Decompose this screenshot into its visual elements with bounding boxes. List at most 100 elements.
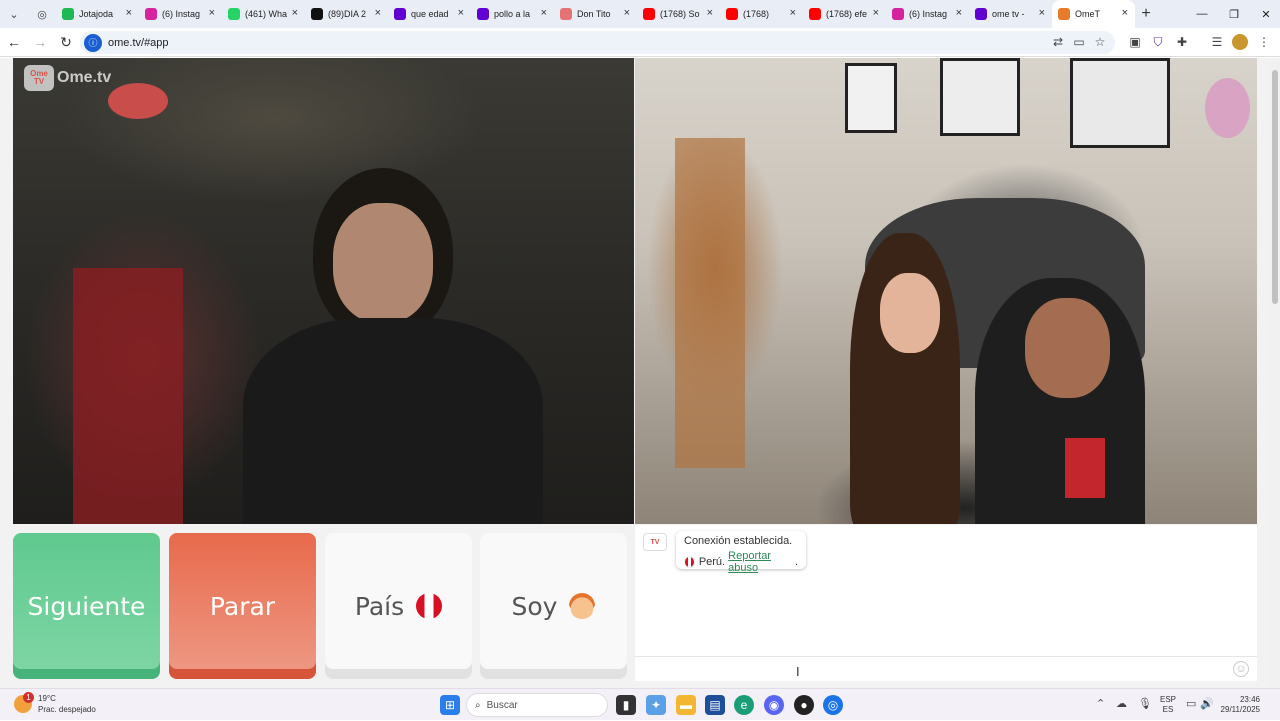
tab-favicon-icon [975, 8, 987, 20]
browser-tab[interactable]: (1768) efe × [803, 0, 886, 28]
stop-button[interactable]: Parar [169, 533, 316, 679]
page-scrollbar[interactable] [1270, 58, 1280, 688]
chat-input[interactable]: ☺ [635, 656, 1257, 681]
clock[interactable]: 23:46 29/11/2025 [1210, 695, 1260, 715]
restore-icon[interactable]: ❐ [1218, 0, 1250, 28]
torso-shape [243, 318, 543, 524]
scrollbar-thumb[interactable] [1272, 70, 1278, 304]
url-text[interactable]: ome.tv/#app [108, 37, 169, 49]
close-window-icon[interactable]: ✕ [1250, 0, 1280, 28]
tab-title: Don Tito [577, 9, 611, 19]
taskbar-search[interactable]: ⌕ Buscar [466, 693, 608, 717]
obs-icon[interactable]: ● [794, 695, 814, 715]
network-icon[interactable]: ▭ [1186, 697, 1196, 710]
bookmark-star-icon[interactable]: ☆ [1092, 34, 1108, 50]
tab-close-icon[interactable]: × [375, 7, 381, 19]
country-button-label: País [354, 591, 405, 621]
next-button-label: Siguiente [27, 591, 146, 621]
site-info-icon[interactable]: ⓘ [84, 33, 102, 52]
cast-icon[interactable]: ▭ [1071, 34, 1087, 50]
browser-tab[interactable]: (1768) × [720, 0, 803, 28]
tab-title: (6) Instag [909, 9, 948, 19]
system-message: Conexión establecida. Perú. Reportar abu… [676, 531, 806, 574]
local-video: Ome TV Ome.tv [13, 58, 634, 524]
extension-icon[interactable]: ▣ [1127, 34, 1143, 50]
chrome-icon[interactable]: ◎ [823, 695, 843, 715]
tab-close-icon[interactable]: × [292, 7, 298, 19]
gender-button-label: Soy [511, 591, 558, 621]
browser-tab[interactable]: (89)DIA 2 × [305, 0, 388, 28]
address-bar: ← → ↻ ⓘ ome.tv/#app ⇄ ▭ ☆ ▣ ⛉ ✚ ☰ ⋮ [0, 28, 1280, 57]
file-explorer-icon[interactable]: ▬ [676, 695, 696, 715]
tab-close-icon[interactable]: × [458, 7, 464, 19]
browser-tab[interactable]: pollo a la × [471, 0, 554, 28]
forward-icon[interactable]: → [28, 30, 52, 54]
country-button[interactable]: País [325, 533, 472, 679]
face-shape [333, 203, 433, 323]
translate-icon[interactable]: ⇄ [1050, 34, 1066, 50]
tab-close-icon[interactable]: × [790, 7, 796, 19]
windows-taskbar: 1 19°C Prac. despejado ⊞ ⌕ Buscar ▮ ✦ ▬ ▤… [0, 688, 1280, 720]
browser-tab[interactable]: que edad × [388, 0, 471, 28]
person-right-face [1025, 298, 1110, 398]
browser-tab[interactable]: Don Tito × [554, 0, 637, 28]
tab-favicon-icon [892, 8, 904, 20]
reload-icon[interactable]: ↻ [54, 30, 78, 54]
task-view-icon[interactable]: ▮ [616, 695, 636, 715]
tab-close-icon[interactable]: × [209, 7, 215, 19]
minimize-icon[interactable]: — [1186, 0, 1218, 28]
omnibox[interactable]: ⓘ ome.tv/#app [80, 31, 1115, 54]
tab-close-icon[interactable]: × [541, 7, 547, 19]
next-button[interactable]: Siguiente [13, 533, 160, 679]
person-left-face [880, 273, 940, 353]
tab-favicon-icon [145, 8, 157, 20]
chevron-up-icon[interactable]: ⌃ [1096, 697, 1105, 710]
tab-close-icon[interactable]: × [1039, 7, 1045, 19]
tab-close-icon[interactable]: × [126, 7, 132, 19]
poster-frame [940, 58, 1020, 136]
tab-close-icon[interactable]: × [707, 7, 713, 19]
tab-close-icon[interactable]: × [1122, 7, 1128, 19]
new-tab-button[interactable]: + [1135, 5, 1157, 23]
cloud-icon[interactable]: ☁ [1116, 697, 1127, 710]
report-abuse-link[interactable]: Reportar abuso [728, 550, 795, 574]
emoji-icon[interactable]: ☺ [1233, 661, 1249, 677]
gender-button[interactable]: Soy [480, 533, 627, 679]
door-shape [675, 138, 745, 468]
tab-close-icon[interactable]: × [873, 7, 879, 19]
edge-icon[interactable]: e [734, 695, 754, 715]
back-icon[interactable]: ← [2, 30, 26, 54]
weather-widget[interactable]: 1 19°C Prac. despejado [14, 692, 96, 715]
notification-badge: 1 [23, 692, 34, 703]
tab-close-icon[interactable]: × [956, 7, 962, 19]
microphone-icon[interactable]: 🎙 [1138, 697, 1152, 710]
copilot-icon[interactable]: ✦ [646, 695, 666, 715]
browser-tab[interactable]: ome tv - × [969, 0, 1052, 28]
profile-avatar[interactable] [1232, 34, 1248, 50]
tab-search-icon[interactable]: ⌄ [0, 0, 28, 28]
globe-icon[interactable]: ◎ [28, 0, 56, 28]
browser-tab[interactable]: (1768) So × [637, 0, 720, 28]
more-menu-icon[interactable]: ⋮ [1256, 34, 1272, 50]
browser-tab[interactable]: OmeT × [1052, 0, 1135, 28]
language-top: ESP [1160, 695, 1177, 704]
store-icon[interactable]: ▤ [705, 695, 725, 715]
tab-strip: Jotajoda × (6) Instag × (461) Wha × (89)DIA 2 ×… [56, 0, 1135, 28]
browser-tab[interactable]: Jotajoda × [56, 0, 139, 28]
tab-favicon-icon [311, 8, 323, 20]
language-indicator[interactable]: ESP ES [1160, 695, 1176, 715]
windows-start-icon[interactable]: ⊞ [440, 695, 460, 715]
browser-tab[interactable]: (6) Instag × [886, 0, 969, 28]
discord-icon[interactable]: ◉ [764, 695, 784, 715]
puzzle-icon[interactable]: ✚ [1174, 34, 1190, 50]
browser-tab[interactable]: (461) Wha × [222, 0, 305, 28]
browser-tab[interactable]: (6) Instag × [139, 0, 222, 28]
tab-favicon-icon [726, 8, 738, 20]
tab-search-list-icon[interactable]: ☰ [1209, 34, 1225, 50]
peru-flag-icon [416, 593, 443, 619]
tab-close-icon[interactable]: × [624, 7, 630, 19]
tab-favicon-icon [477, 8, 489, 20]
shield-extension-icon[interactable]: ⛉ [1150, 34, 1166, 50]
tab-title: OmeT [1075, 9, 1101, 19]
tab-favicon-icon [809, 8, 821, 20]
